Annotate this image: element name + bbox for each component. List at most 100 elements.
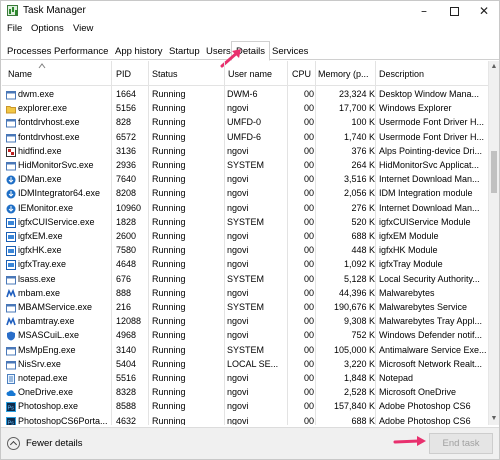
process-description: Malwarebytes Service xyxy=(379,302,468,312)
process-pid: 12088 xyxy=(116,316,142,327)
column-header-description[interactable]: Description xyxy=(379,69,424,85)
process-name: HidMonitorSvc.exe xyxy=(18,160,94,170)
footer-bar: Fewer details End task xyxy=(1,427,499,459)
process-description: Malwarebytes Tray Appl... xyxy=(379,316,483,327)
column-header-memory[interactable]: Memory (p... xyxy=(318,69,369,85)
process-description: Usermode Font Driver H... xyxy=(379,117,485,128)
process-memory: 105,000 K xyxy=(333,344,375,355)
process-user: ngovi xyxy=(227,202,249,213)
table-row[interactable]: IDMan.exe 7640 Running ngovi 00 3,516 K Intern… xyxy=(2,173,488,187)
process-description: HidMonitorSvc Applicat... xyxy=(379,160,480,170)
table-row[interactable]: mbam.exe 888 Running ngovi 00 44,396 K Malware… xyxy=(2,287,488,301)
table-row[interactable]: hidfind.exe 3136 Running ngovi 00 376 K Alps P… xyxy=(2,145,488,159)
process-description: igfxHK Module xyxy=(379,245,438,256)
table-row[interactable]: Ps PhotoshopCS6Porta... 4632 Running ngovi 00… xyxy=(2,415,488,425)
column-header-cpu[interactable]: CPU xyxy=(292,69,311,85)
process-status: Running xyxy=(152,302,186,312)
minimize-button[interactable]: – xyxy=(409,1,439,21)
table-row[interactable]: mbamtray.exe 12088 Running ngovi 00 9,308 K Ma… xyxy=(2,315,488,329)
chevron-up-icon[interactable] xyxy=(7,437,20,450)
column-header-user-name[interactable]: User name xyxy=(228,69,272,85)
process-memory: 264 K xyxy=(351,160,375,170)
table-row[interactable]: OneDrive.exe 8328 Running ngovi 00 2,528 K Mic… xyxy=(2,386,488,400)
window-icon xyxy=(6,360,16,370)
process-status: Running xyxy=(152,145,186,156)
process-user: ngovi xyxy=(227,174,249,185)
menu-options[interactable]: Options xyxy=(31,23,64,34)
close-button[interactable]: ✕ xyxy=(469,1,499,21)
process-pid: 6572 xyxy=(116,131,137,142)
process-name: Photoshop.exe xyxy=(18,401,79,412)
table-row[interactable]: MSASCuiL.exe 4968 Running ngovi 00 752 K Windo… xyxy=(2,329,488,343)
vertical-scrollbar[interactable]: ▲ ▼ xyxy=(488,61,499,425)
table-row[interactable]: igfxCUIService.exe 1828 Running SYSTEM 00 520… xyxy=(2,216,488,230)
process-description: Microsoft OneDrive xyxy=(379,387,457,398)
process-name: fontdrvhost.exe xyxy=(18,117,80,128)
window-icon xyxy=(6,304,16,313)
process-status: Running xyxy=(152,89,186,99)
table-row[interactable]: Ps Photoshop.exe 8588 Running ngovi 00 157,840… xyxy=(2,400,488,414)
process-status: Running xyxy=(152,344,186,355)
process-status: Running xyxy=(152,273,186,284)
table-row[interactable]: fontdrvhost.exe 6572 Running UMFD-6 00 1,740 … xyxy=(2,131,488,145)
table-row[interactable]: NisSrv.exe 5404 Running LOCAL SE... 00 3,220 … xyxy=(2,358,488,372)
process-status: Running xyxy=(152,103,186,114)
fewer-details-link[interactable]: Fewer details xyxy=(26,438,83,449)
menu-file[interactable]: File xyxy=(7,23,22,34)
tab-services[interactable]: Services xyxy=(268,43,312,60)
menu-view[interactable]: View xyxy=(73,23,93,34)
tab-app-history[interactable]: App history xyxy=(111,43,167,60)
process-user: SYSTEM xyxy=(227,216,265,227)
table-row[interactable]: IDMIntegrator64.exe 8208 Running ngovi 00 2,0… xyxy=(2,187,488,201)
notepad-icon xyxy=(7,374,15,384)
idm-icon xyxy=(6,204,16,214)
table-row[interactable]: HidMonitorSvc.exe 2936 Running SYSTEM 00 264 … xyxy=(2,159,488,173)
details-table: Name PID Status User name CPU Memory (p.… xyxy=(2,61,488,425)
process-cpu: 00 xyxy=(303,245,314,256)
process-status: Running xyxy=(152,316,186,327)
table-row[interactable]: IEMonitor.exe 10960 Running ngovi 00 276 K Int… xyxy=(2,202,488,216)
maximize-button[interactable] xyxy=(439,1,469,21)
table-row[interactable]: fontdrvhost.exe 828 Running UMFD-0 00 100 K Us… xyxy=(2,116,488,130)
table-row[interactable]: explorer.exe 5156 Running ngovi 00 17,700 K Wi… xyxy=(2,102,488,116)
scroll-up-icon[interactable]: ▲ xyxy=(489,61,499,73)
process-cpu: 00 xyxy=(303,117,314,128)
table-row[interactable]: igfxHK.exe 7580 Running ngovi 00 448 K igfxHK … xyxy=(2,244,488,258)
process-name: NisSrv.exe xyxy=(18,358,61,369)
process-user: ngovi xyxy=(227,287,249,298)
column-header-status[interactable]: Status xyxy=(152,69,178,85)
process-status: Running xyxy=(152,245,186,256)
process-name: MBAMService.exe xyxy=(18,302,93,312)
process-status: Running xyxy=(152,174,186,185)
tab-performance[interactable]: Performance xyxy=(50,43,112,60)
process-status: Running xyxy=(152,387,186,398)
process-name: igfxHK.exe xyxy=(18,245,62,256)
process-cpu: 00 xyxy=(303,259,314,270)
table-row[interactable]: igfxTray.exe 4648 Running ngovi 00 1,092 K igf… xyxy=(2,258,488,272)
process-description: Alps Pointing-device Dri... xyxy=(379,145,483,156)
table-row[interactable]: igfxEM.exe 2600 Running ngovi 00 688 K igfxEM … xyxy=(2,230,488,244)
table-row[interactable]: dwm.exe 1664 Running DWM-6 00 23,324 K Desktop… xyxy=(2,88,488,102)
process-user: ngovi xyxy=(227,373,249,383)
process-cpu: 00 xyxy=(303,415,314,425)
scroll-down-icon[interactable]: ▼ xyxy=(489,413,499,425)
process-memory: 100 K xyxy=(351,117,375,128)
tab-startup[interactable]: Startup xyxy=(165,43,204,60)
process-pid: 676 xyxy=(116,273,132,284)
end-task-button[interactable]: End task xyxy=(429,433,493,454)
scroll-thumb[interactable] xyxy=(491,151,497,193)
table-row[interactable]: notepad.exe 5516 Running ngovi 00 1,848 K Note… xyxy=(2,372,488,386)
table-row[interactable]: MsMpEng.exe 3140 Running SYSTEM 00 105,000 K A… xyxy=(2,344,488,358)
process-user: UMFD-6 xyxy=(227,131,261,142)
column-header-pid[interactable]: PID xyxy=(116,69,131,85)
table-row[interactable]: lsass.exe 676 Running SYSTEM 00 5,128 K Local … xyxy=(2,273,488,287)
process-name: IDMan.exe xyxy=(18,174,62,185)
process-description: igfxEM Module xyxy=(379,231,439,241)
process-status: Running xyxy=(152,202,186,213)
column-header-name[interactable]: Name xyxy=(8,69,32,85)
process-memory: 1,092 K xyxy=(343,259,375,270)
tab-processes[interactable]: Processes xyxy=(3,43,55,60)
table-row[interactable]: MBAMService.exe 216 Running SYSTEM 00 190,676… xyxy=(2,301,488,315)
process-pid: 8208 xyxy=(116,188,137,199)
svg-text:Ps: Ps xyxy=(8,406,15,412)
